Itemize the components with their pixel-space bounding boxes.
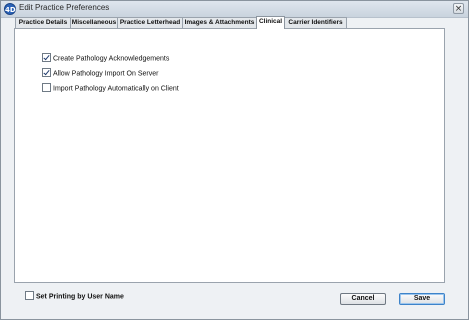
tab-practice-details[interactable]: Practice Details [15, 17, 71, 28]
create-pathology-ack-option[interactable]: Create Pathology Acknowledgements [42, 53, 170, 64]
cancel-button[interactable]: Cancel [340, 293, 386, 305]
tab-practice-letterhead[interactable]: Practice Letterhead [117, 17, 183, 28]
import-pathology-auto-label: Import Pathology Automatically on Client [53, 85, 179, 93]
tab-clinical[interactable]: Clinical [256, 16, 285, 29]
import-pathology-auto-option[interactable]: Import Pathology Automatically on Client [42, 83, 179, 94]
save-button[interactable]: Save [399, 293, 445, 305]
set-printing-label: Set Printing by User Name [36, 293, 124, 301]
close-icon[interactable]: × [453, 3, 464, 14]
title-bar[interactable]: 4D Edit Practice Preferences × [1, 1, 468, 18]
tab-images-attachments[interactable]: Images & Attachments [182, 17, 257, 28]
create-pathology-ack-label: Create Pathology Acknowledgements [53, 55, 170, 63]
import-pathology-auto-checkbox[interactable] [42, 83, 51, 92]
set-printing-option[interactable]: Set Printing by User Name [25, 291, 124, 302]
create-pathology-ack-checkbox[interactable] [42, 53, 51, 62]
allow-pathology-import-label: Allow Pathology Import On Server [53, 70, 159, 78]
tab-miscellaneous[interactable]: Miscellaneous [70, 17, 118, 28]
allow-pathology-import-checkbox[interactable] [42, 68, 51, 77]
allow-pathology-import-option[interactable]: Allow Pathology Import On Server [42, 68, 159, 79]
app-4d-icon: 4D [4, 3, 16, 15]
set-printing-checkbox[interactable] [25, 291, 34, 300]
window-title: Edit Practice Preferences [19, 3, 110, 12]
clinical-panel: Create Pathology Acknowledgements Allow … [14, 28, 445, 283]
tab-carrier-identifiers[interactable]: Carrier Identifiers [284, 17, 347, 28]
